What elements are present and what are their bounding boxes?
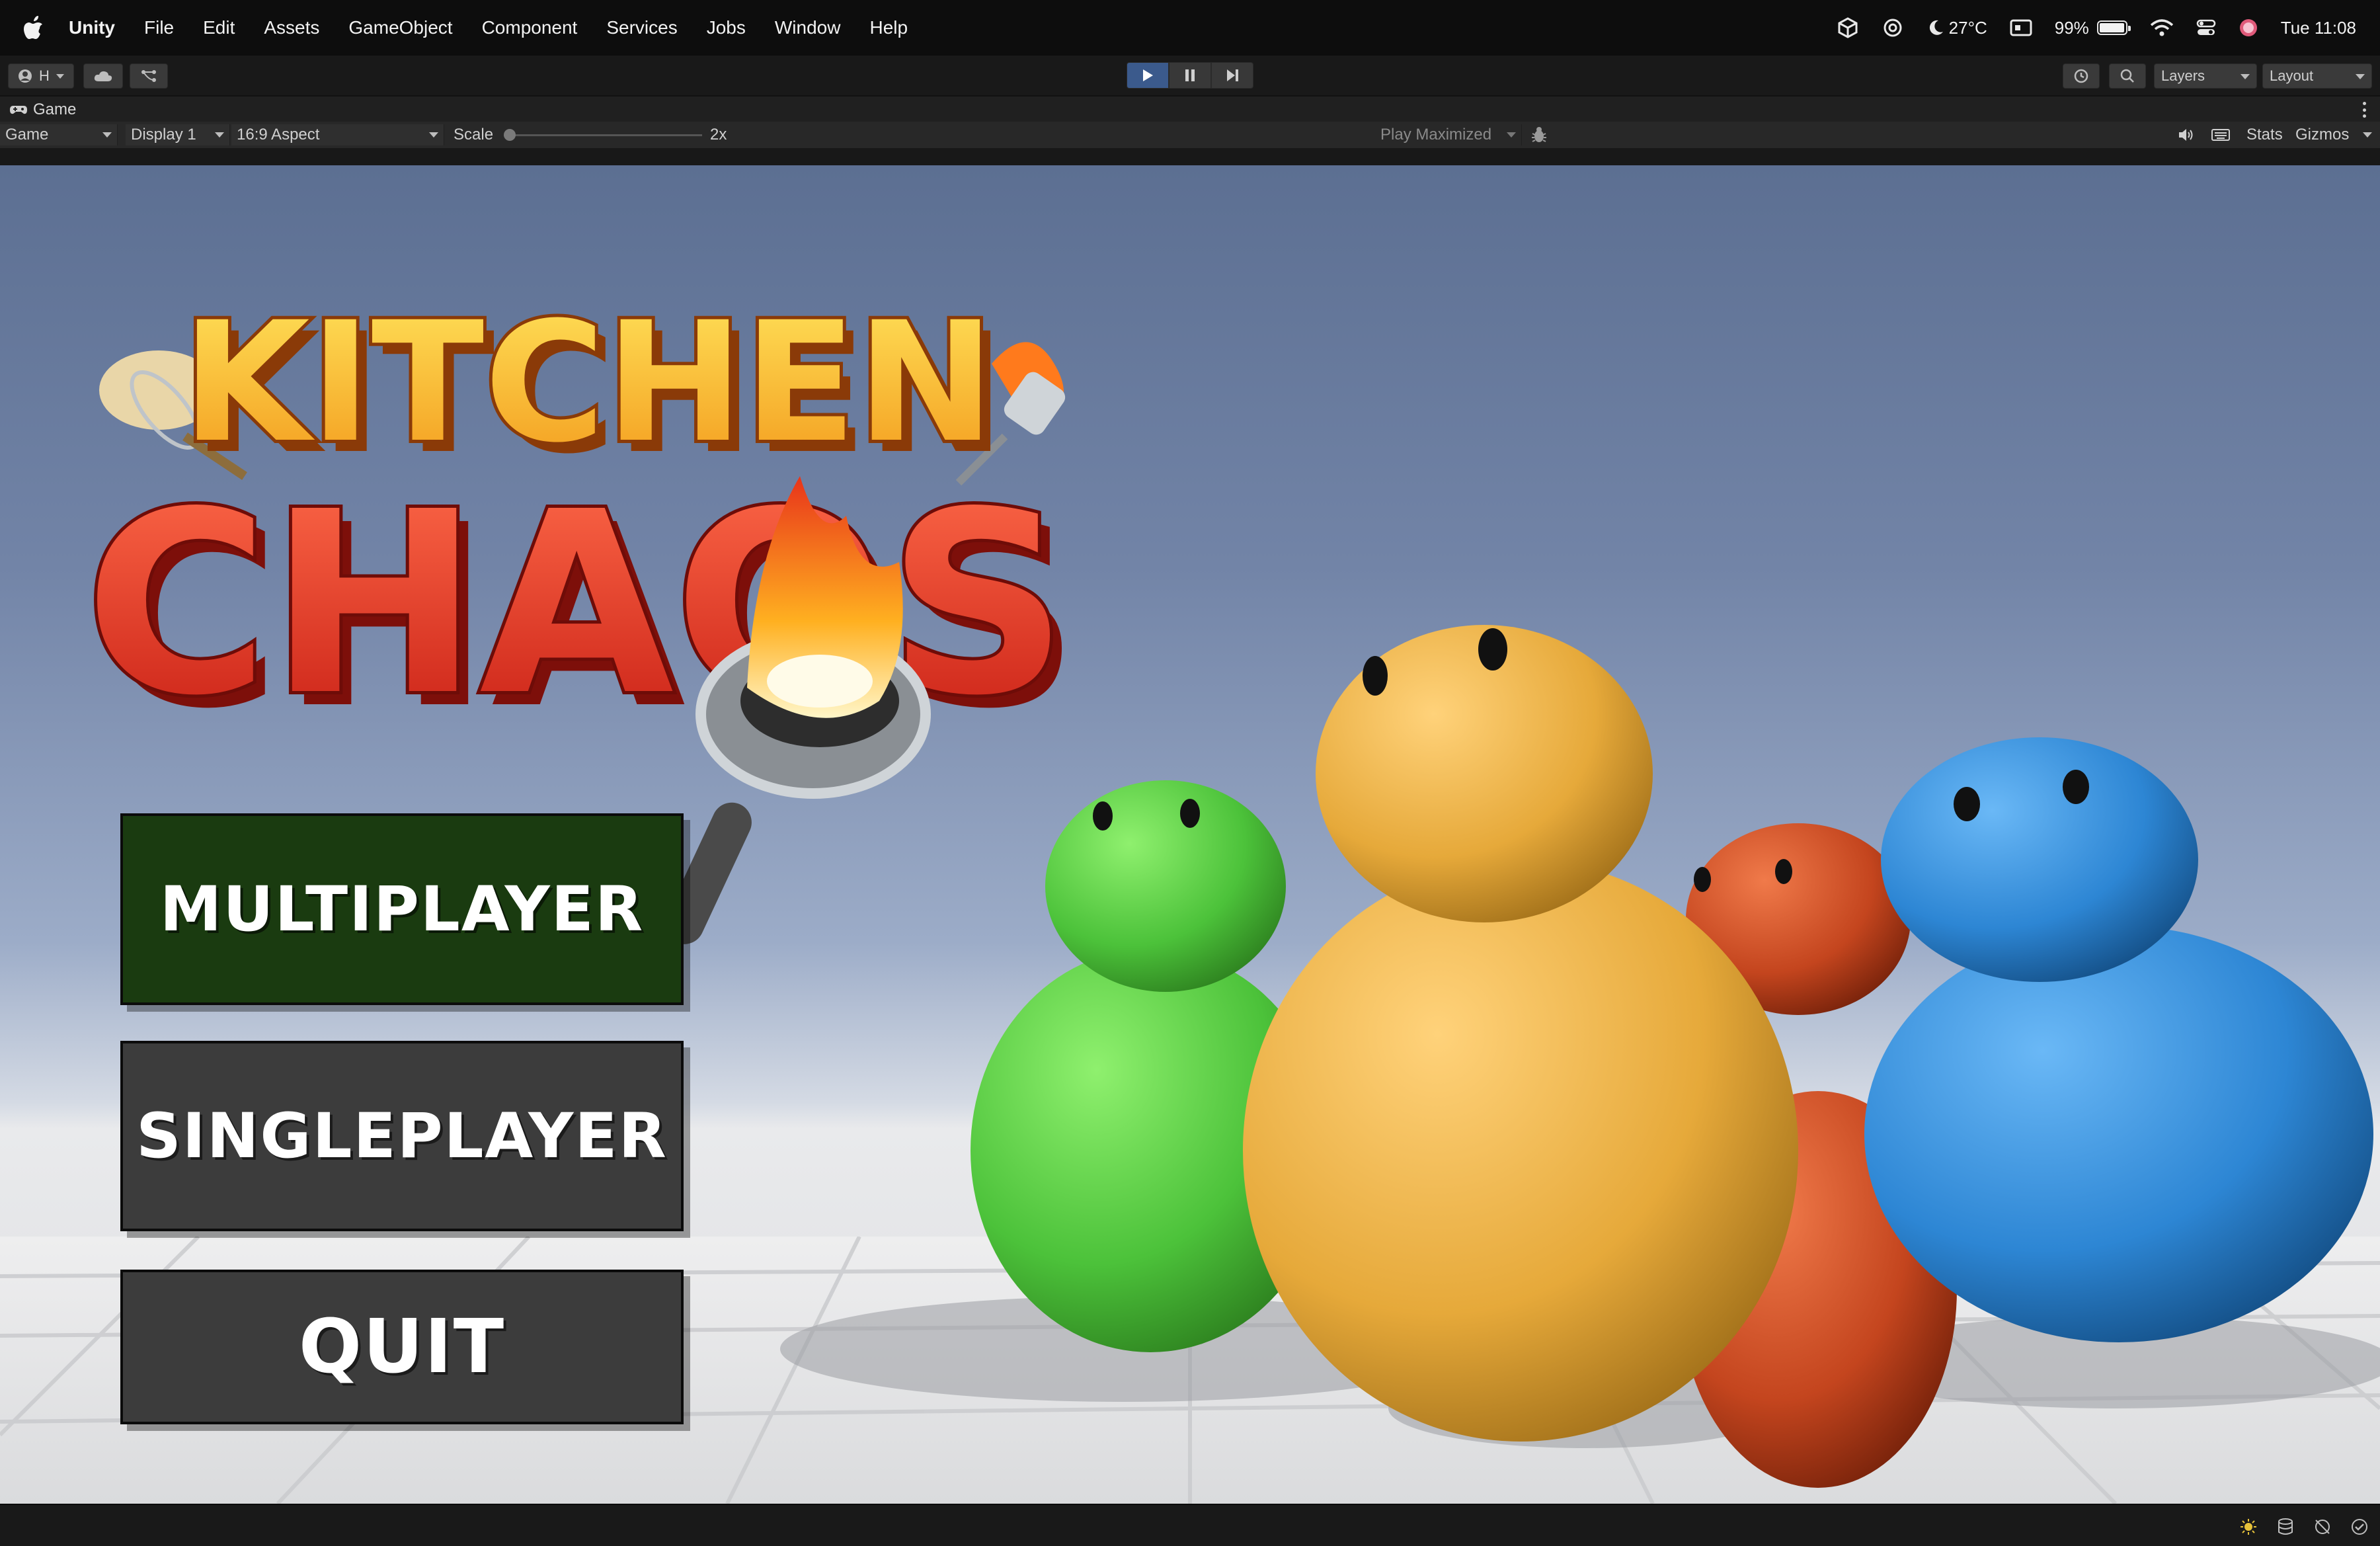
pause-button[interactable]: [1169, 62, 1211, 89]
apple-icon[interactable]: [24, 13, 50, 43]
layout-label: Layout: [2270, 67, 2314, 84]
menu-edit[interactable]: Edit: [203, 17, 235, 38]
bug-icon[interactable]: [1530, 126, 1548, 149]
eye: [1775, 859, 1792, 884]
viewport-divider: [0, 148, 2380, 165]
weather-temp: 27°C: [1948, 17, 1987, 38]
game-viewport[interactable]: KITCHEN KITCHEN CHAOS CHAOS MULTIPLAYER …: [0, 165, 2380, 1504]
scale-slider-handle[interactable]: [504, 129, 516, 141]
battery-status[interactable]: 99%: [2054, 17, 2131, 38]
history-button[interactable]: [2063, 63, 2100, 89]
eye: [1093, 801, 1113, 831]
display-dropdown[interactable]: Display 1: [126, 124, 230, 145]
play-icon: [1143, 69, 1153, 81]
account-label: H: [39, 67, 50, 84]
scale-label: Scale: [454, 126, 494, 143]
blue-character: [1864, 737, 2373, 1342]
account-dropdown[interactable]: H: [8, 63, 74, 89]
tab-game[interactable]: Game: [9, 101, 76, 119]
scale-slider-track[interactable]: [506, 134, 702, 136]
chevron-down-icon: [215, 132, 224, 138]
step-icon: [1227, 69, 1238, 81]
menu-component[interactable]: Component: [482, 17, 578, 38]
play-mode-label: Play Maximized: [1380, 126, 1492, 143]
layers-label: Layers: [2161, 67, 2205, 84]
view-type-label: Game: [5, 126, 49, 143]
play-button[interactable]: [1127, 62, 1169, 89]
eye: [1954, 787, 1980, 821]
control-center-icon[interactable]: [2196, 19, 2216, 37]
history-icon: [2074, 69, 2088, 83]
eye: [1363, 656, 1388, 696]
chevron-down-icon: [1507, 132, 1516, 138]
chevron-down-icon: [102, 132, 112, 138]
moon-icon: [1929, 20, 1943, 35]
display-label: Display 1: [131, 126, 196, 143]
pause-icon: [1185, 69, 1195, 81]
branch-icon: [141, 70, 156, 82]
siri-icon[interactable]: [2239, 18, 2258, 38]
view-type-dropdown[interactable]: Game: [0, 124, 118, 145]
menu-assets[interactable]: Assets: [264, 17, 319, 38]
cloud-button[interactable]: [83, 63, 123, 89]
battery-icon: [2096, 20, 2131, 35]
keyboard-shortcuts-icon[interactable]: [2211, 127, 2231, 147]
yellow-character: [1243, 625, 1798, 1442]
lighting-icon[interactable]: [2239, 1517, 2258, 1537]
menu-gameobject[interactable]: GameObject: [348, 17, 452, 38]
chevron-down-icon: [2241, 74, 2250, 79]
aspect-label: 16:9 Aspect: [237, 126, 320, 143]
layers-dropdown[interactable]: Layers: [2154, 63, 2257, 89]
layout-dropdown[interactable]: Layout: [2262, 63, 2372, 89]
chevron-down-icon: [429, 132, 438, 138]
chevron-down-icon: [2356, 74, 2365, 79]
eye: [2063, 770, 2089, 804]
step-button[interactable]: [1211, 62, 1253, 89]
cache-server-icon[interactable]: [2276, 1517, 2295, 1537]
gizmos-chevron-icon[interactable]: [2363, 132, 2372, 138]
cloud-icon: [94, 71, 112, 81]
eye: [1180, 799, 1200, 828]
network-icon[interactable]: [2313, 1517, 2332, 1537]
playback-controls: [1127, 62, 1253, 89]
scale-value: 2x: [710, 126, 727, 143]
menu-file[interactable]: File: [144, 17, 174, 38]
chevron-down-icon: [56, 73, 64, 79]
eye: [1478, 628, 1507, 671]
gamepad-icon: [10, 106, 27, 114]
aspect-dropdown[interactable]: 16:9 Aspect: [231, 124, 444, 145]
openai-status-icon[interactable]: [1882, 17, 1904, 39]
menu-services[interactable]: Services: [606, 17, 677, 38]
clock[interactable]: Tue 11:08: [2281, 18, 2356, 38]
menu-jobs[interactable]: Jobs: [707, 17, 746, 38]
search-button[interactable]: [2109, 63, 2146, 89]
account-icon: [19, 69, 32, 83]
display-status-icon[interactable]: [2010, 19, 2032, 37]
stats-toggle[interactable]: Stats: [2246, 126, 2283, 144]
menu-help[interactable]: Help: [869, 17, 908, 38]
search-icon: [2120, 69, 2134, 83]
check-icon[interactable]: [2350, 1517, 2369, 1537]
weather-status[interactable]: 27°C: [1926, 18, 1987, 38]
battery-percent: 99%: [2054, 17, 2089, 38]
audio-icon[interactable]: [2178, 127, 2195, 147]
menu-window[interactable]: Window: [775, 17, 841, 38]
unity-toolbar: H Layers Layout: [0, 56, 2380, 97]
more-options-icon[interactable]: [2363, 102, 2367, 118]
character-group: [780, 625, 2380, 1488]
wifi-icon[interactable]: [2150, 19, 2174, 37]
gizmos-toggle[interactable]: Gizmos: [2295, 126, 2349, 144]
game-tab-row: Game: [0, 97, 2380, 122]
version-control-button[interactable]: [130, 63, 168, 89]
eye: [1694, 867, 1711, 892]
unity-status-icon[interactable]: [1837, 17, 1859, 39]
tab-game-label: Game: [33, 101, 77, 118]
unity-status-bar: [0, 1504, 2380, 1546]
game-view-controls: Game Display 1 16:9 Aspect Scale 2x Play…: [0, 122, 2380, 148]
menu-app-name[interactable]: Unity: [69, 17, 115, 38]
play-mode-dropdown[interactable]: Play Maximized: [1375, 124, 1522, 145]
macos-menu-bar: Unity File Edit Assets GameObject Compon…: [0, 0, 2380, 56]
